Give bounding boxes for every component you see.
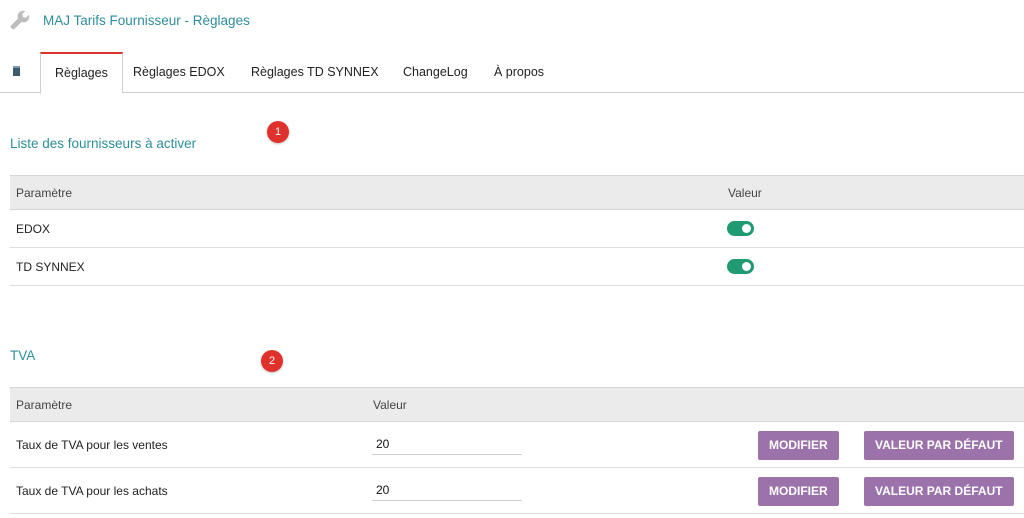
table-row: Taux de TVA pour les ventes MODIFIER VAL…: [10, 422, 1024, 468]
module-icon[interactable]: [13, 66, 20, 76]
page-header: MAJ Tarifs Fournisseur - Règlages: [9, 8, 250, 32]
column-header-valeur: Valeur: [373, 398, 407, 412]
td-synnex-toggle[interactable]: [727, 259, 754, 274]
step-badge-1: 1: [267, 121, 289, 143]
supplier-label: EDOX: [16, 222, 51, 236]
column-header-parametre: Paramètre: [16, 398, 73, 412]
modify-button[interactable]: MODIFIER: [758, 431, 839, 460]
supplier-label: TD SYNNEX: [16, 260, 85, 274]
page-title: MAJ Tarifs Fournisseur - Règlages: [43, 12, 250, 28]
vat-sales-label: Taux de TVA pour les ventes: [16, 438, 168, 452]
table-header: Paramètre Valeur: [10, 387, 1024, 422]
vat-section-title: TVA: [10, 348, 36, 363]
suppliers-section-title: Liste des fournisseurs à activer: [10, 136, 197, 151]
tab-reglages[interactable]: Règlages: [40, 52, 123, 94]
edox-toggle[interactable]: [727, 221, 754, 236]
tab-reglages-td-synnex[interactable]: Règlages TD SYNNEX: [237, 52, 393, 93]
tab-a-propos[interactable]: À propos: [480, 52, 558, 93]
step-badge-2: 2: [261, 350, 283, 372]
vat-purchases-input[interactable]: [372, 479, 522, 501]
modify-button[interactable]: MODIFIER: [758, 477, 839, 506]
table-row: Taux de TVA pour les achats MODIFIER VAL…: [10, 468, 1024, 514]
table-header: Paramètre Valeur: [10, 175, 1024, 210]
vat-table: Paramètre Valeur Taux de TVA pour les ve…: [10, 387, 1024, 514]
tab-changelog[interactable]: ChangeLog: [389, 52, 482, 93]
tab-bar: Règlages Règlages EDOX Règlages TD SYNNE…: [0, 52, 1024, 94]
tab-reglages-edox[interactable]: Règlages EDOX: [119, 52, 239, 93]
default-value-button[interactable]: VALEUR PAR DÉFAUT: [864, 477, 1014, 506]
default-value-button[interactable]: VALEUR PAR DÉFAUT: [864, 431, 1014, 460]
table-row: TD SYNNEX: [10, 248, 1024, 286]
table-row: EDOX: [10, 210, 1024, 248]
vat-sales-input[interactable]: [372, 433, 522, 455]
column-header-parametre: Paramètre: [16, 186, 73, 200]
wrench-icon: [10, 10, 30, 30]
vat-purchases-label: Taux de TVA pour les achats: [16, 484, 168, 498]
suppliers-table: Paramètre Valeur EDOX TD SYNNEX: [10, 175, 1024, 286]
column-header-valeur: Valeur: [728, 186, 762, 200]
